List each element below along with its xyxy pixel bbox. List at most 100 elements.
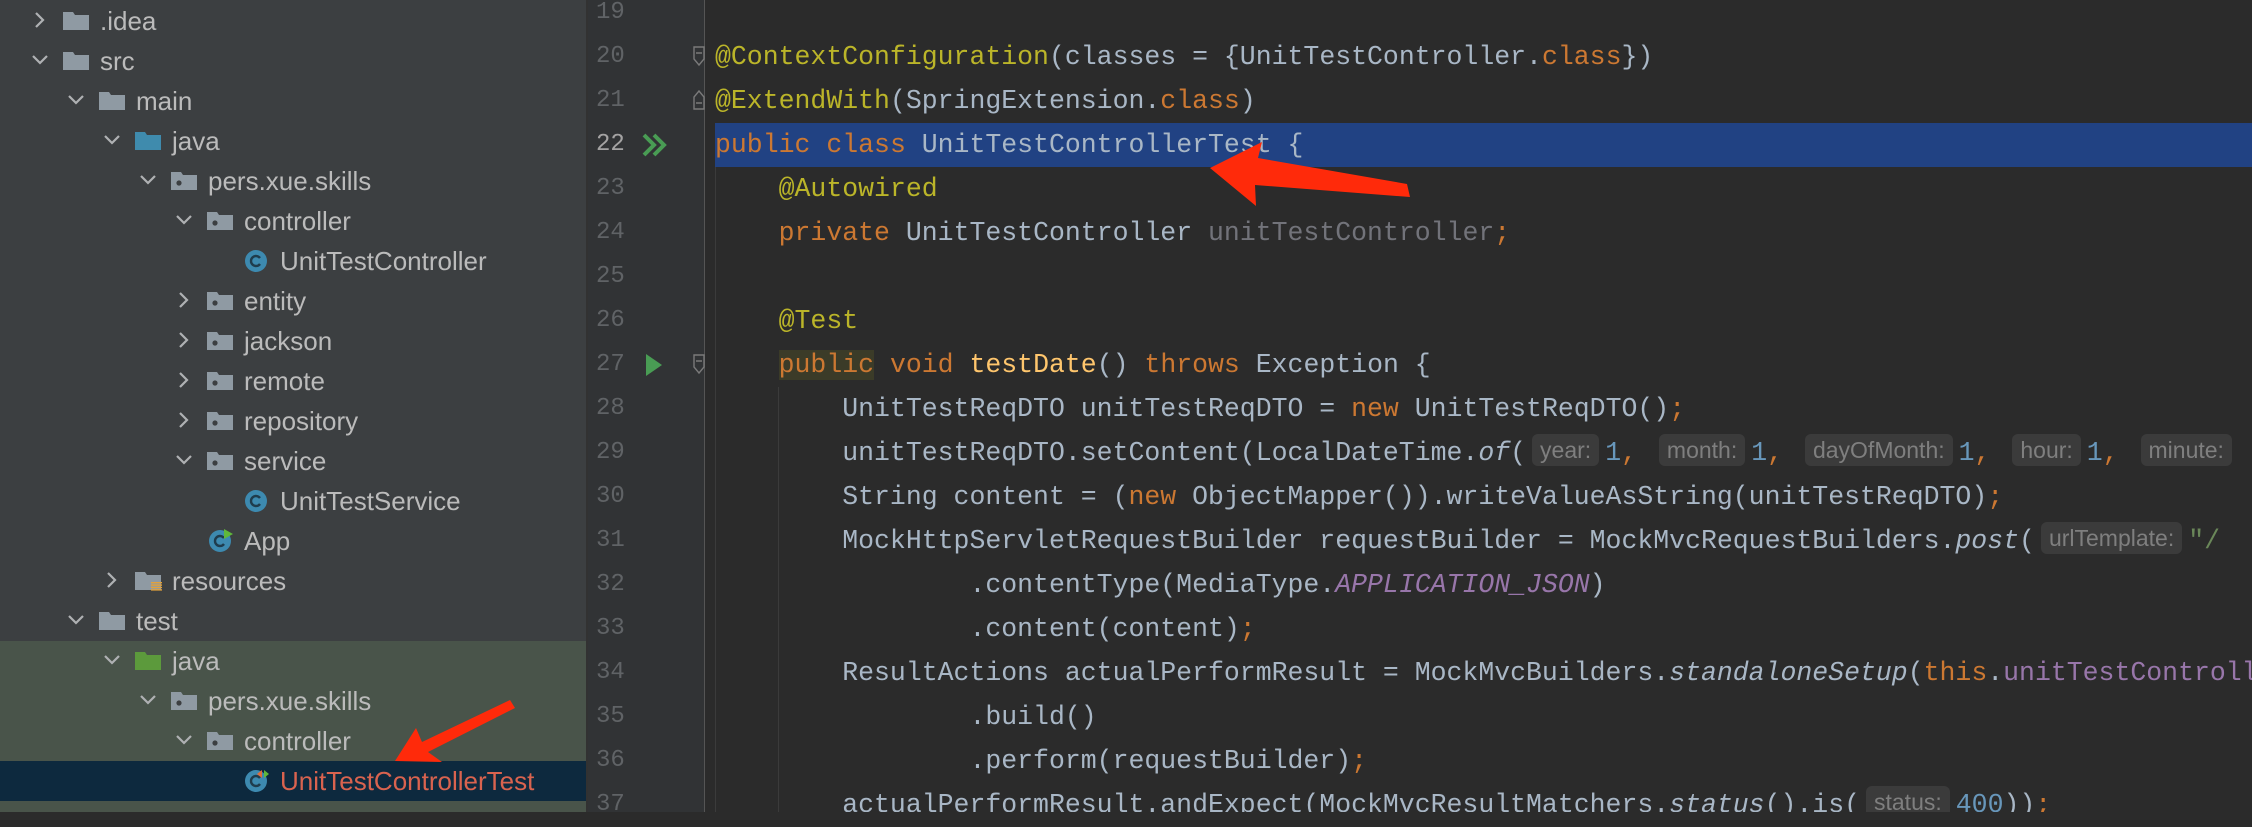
code-token: unitTestReqDTO.setContent(LocalDateTime.	[715, 438, 1479, 468]
tree-item[interactable]	[0, 801, 586, 812]
chevron-down-icon[interactable]	[138, 167, 158, 193]
line-number: 35	[596, 703, 625, 730]
chevron-right-icon[interactable]	[102, 567, 122, 593]
line-number: 30	[596, 483, 625, 510]
package-icon	[207, 372, 233, 390]
folder-icon	[63, 12, 89, 30]
tree-item[interactable]: controller	[0, 721, 586, 761]
tree-item[interactable]: .idea	[0, 1, 586, 41]
code-line[interactable]: private UnitTestController unitTestContr…	[715, 211, 2252, 255]
code-token: "/	[2188, 526, 2221, 556]
chevron-down-icon[interactable]	[174, 727, 194, 753]
code-line[interactable]: public void testDate() throws Exception …	[715, 343, 2252, 387]
parameter-hint: urlTemplate:	[2040, 522, 2183, 554]
fold-end-icon[interactable]	[692, 79, 732, 123]
code-line[interactable]: @Autowired	[715, 167, 2252, 211]
code-line[interactable]: unitTestReqDTO.setContent(LocalDateTime.…	[715, 431, 2252, 475]
chevron-down-icon[interactable]	[30, 47, 50, 73]
chevron-down-icon[interactable]	[174, 447, 194, 473]
tree-item[interactable]: src	[0, 41, 586, 81]
tree-item-label: test	[136, 606, 178, 636]
parameter-hint: hour:	[2012, 434, 2081, 466]
code-token: ().is(	[1764, 790, 1860, 812]
fold-start-icon[interactable]	[692, 35, 732, 79]
chevron-right-icon[interactable]	[174, 287, 194, 313]
tree-item[interactable]: entity	[0, 281, 586, 321]
code-line[interactable]: UnitTestReqDTO unitTestReqDTO = new Unit…	[715, 387, 2252, 431]
code-token: UnitTestReqDTO unitTestReqDTO =	[715, 394, 1352, 424]
code-token: actualPerformResult.andExpect(MockMvcRes…	[715, 790, 1670, 812]
tree-item[interactable]: remote	[0, 361, 586, 401]
tree-item[interactable]: test	[0, 601, 586, 641]
code-token: 1	[2086, 438, 2103, 468]
code-token: .contentType(MediaType.	[715, 570, 1336, 600]
chevron-down-icon[interactable]	[102, 647, 122, 673]
code-line[interactable]	[715, 0, 2252, 35]
code-token: ;	[2035, 790, 2052, 812]
tree-item[interactable]: jackson	[0, 321, 586, 361]
chevron-down-icon[interactable]	[174, 207, 194, 233]
code-line[interactable]: @ExtendWith(SpringExtension.class)	[715, 79, 2252, 123]
code-line[interactable]: .content(content);	[715, 607, 2252, 651]
code-line[interactable]: public class UnitTestControllerTest {	[715, 123, 2252, 167]
tree-item[interactable]: main	[0, 81, 586, 121]
tree-item[interactable]: App	[0, 521, 586, 561]
package-icon	[207, 412, 233, 430]
tree-item[interactable]: resources	[0, 561, 586, 601]
line-number: 34	[596, 659, 625, 686]
tree-item-label: controller	[244, 726, 351, 756]
tree-item[interactable]: java	[0, 641, 586, 681]
chevron-down-icon[interactable]	[102, 127, 122, 153]
line-number: 28	[596, 395, 625, 422]
code-line[interactable]: .build()	[715, 695, 2252, 739]
tree-item[interactable]: UnitTestService	[0, 481, 586, 521]
code-token: (	[1907, 658, 1924, 688]
code-token: ;	[1669, 394, 1686, 424]
code-token: ,	[1974, 438, 2007, 468]
chevron-right-icon[interactable]	[30, 7, 50, 33]
parameter-hint: year:	[1532, 434, 1600, 466]
code-line[interactable]: actualPerformResult.andExpect(MockMvcRes…	[715, 783, 2252, 812]
code-token: ,	[1621, 438, 1653, 468]
code-line[interactable]: @ContextConfiguration(classes = {UnitTes…	[715, 35, 2252, 79]
tree-item[interactable]: UnitTestControllerTest	[0, 761, 586, 801]
code-editor[interactable]: @ContextConfiguration(classes = {UnitTes…	[705, 0, 2252, 812]
chevron-right-icon[interactable]	[174, 807, 194, 812]
code-line[interactable]	[715, 255, 2252, 299]
resources-folder-icon	[135, 572, 162, 591]
code-line[interactable]: @Test	[715, 299, 2252, 343]
chevron-right-icon[interactable]	[174, 367, 194, 393]
tree-item-label: src	[100, 46, 135, 76]
code-token: new	[1128, 482, 1193, 512]
parameter-hint: month:	[1658, 434, 1746, 466]
code-token: 1	[1605, 438, 1622, 468]
run-test-icon[interactable]	[640, 343, 680, 387]
tree-item[interactable]: service	[0, 441, 586, 481]
code-token: class	[1541, 42, 1622, 72]
code-line[interactable]: ResultActions actualPerformResult = Mock…	[715, 651, 2252, 695]
code-line[interactable]: MockHttpServletRequestBuilder requestBui…	[715, 519, 2252, 563]
tree-item[interactable]: pers.xue.skills	[0, 681, 586, 721]
chevron-right-icon[interactable]	[174, 407, 194, 433]
code-token: UnitTestControllerTest {	[921, 130, 1304, 160]
code-line[interactable]: .contentType(MediaType.APPLICATION_JSON)	[715, 563, 2252, 607]
code-token: ()	[1096, 350, 1145, 380]
java-class-icon	[245, 490, 267, 512]
chevron-down-icon[interactable]	[138, 687, 158, 713]
tree-item-label: controller	[244, 206, 351, 236]
tree-item[interactable]: UnitTestController	[0, 241, 586, 281]
chevron-right-icon[interactable]	[174, 327, 194, 353]
chevron-down-icon[interactable]	[66, 607, 86, 633]
tree-item[interactable]: repository	[0, 401, 586, 441]
tree-item[interactable]: controller	[0, 201, 586, 241]
code-line[interactable]: .perform(requestBuilder);	[715, 739, 2252, 783]
tree-item[interactable]: java	[0, 121, 586, 161]
line-number: 24	[596, 219, 625, 246]
run-all-tests-icon[interactable]	[640, 123, 680, 167]
tree-item[interactable]: pers.xue.skills	[0, 161, 586, 201]
code-token: (classes = {UnitTestController.	[1048, 42, 1542, 72]
code-line[interactable]: String content = (new ObjectMapper()).wr…	[715, 475, 2252, 519]
line-number: 33	[596, 615, 625, 642]
chevron-down-icon[interactable]	[66, 87, 86, 113]
fold-start-icon[interactable]	[692, 343, 712, 387]
